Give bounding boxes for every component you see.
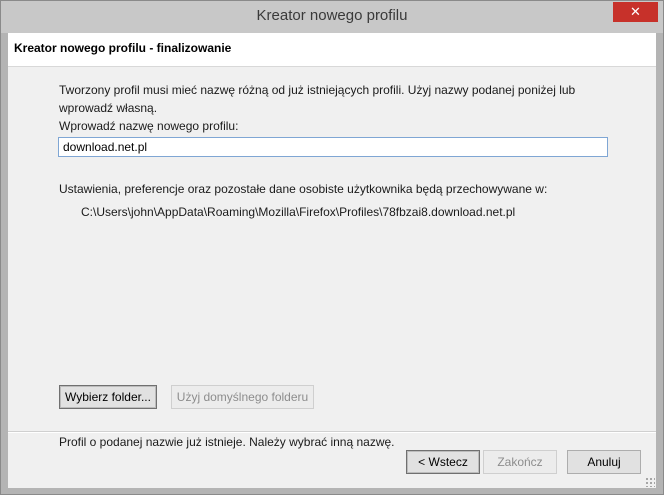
page-title: Kreator nowego profilu - finalizowanie [14,41,232,55]
use-default-folder-button[interactable]: Użyj domyślnego folderu [171,385,314,409]
status-message: Profil o podanej nazwie już istnieje. Na… [59,435,395,449]
window-title: Kreator nowego profilu [256,7,408,24]
title-bar[interactable]: Kreator nowego profilu ✕ [1,1,663,33]
profile-path: C:\Users\john\AppData\Roaming\Mozilla\Fi… [81,205,516,219]
profile-name-label: Wprowadź nazwę nowego profilu: [59,119,239,133]
close-icon: ✕ [630,4,641,19]
finish-button[interactable]: Zakończ [483,450,557,474]
footer-divider [8,431,656,433]
dialog-client-area: Kreator nowego profilu - finalizowanie T… [8,33,656,488]
cancel-button[interactable]: Anuluj [567,450,641,474]
wizard-content: Tworzony profil musi mieć nazwę różną od… [8,67,656,449]
wizard-header: Kreator nowego profilu - finalizowanie [8,33,656,67]
storage-location-label: Ustawienia, preferencje oraz pozostałe d… [59,182,548,196]
profile-wizard-window: Kreator nowego profilu ✕ Kreator nowego … [0,0,664,495]
back-button[interactable]: < Wstecz [406,450,480,474]
description-text: Tworzony profil musi mieć nazwę różną od… [59,83,576,115]
close-button[interactable]: ✕ [613,2,658,22]
profile-name-input[interactable] [58,137,608,157]
choose-folder-button[interactable]: Wybierz folder... [59,385,157,409]
resize-grip[interactable] [645,477,655,487]
